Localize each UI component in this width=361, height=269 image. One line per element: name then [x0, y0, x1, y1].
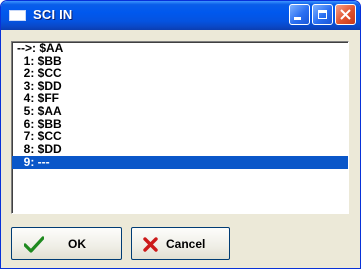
maximize-button[interactable] [312, 4, 333, 25]
window-icon [9, 10, 26, 21]
list-item[interactable]: 4: $FF [12, 92, 348, 105]
close-button[interactable] [335, 4, 356, 25]
minimize-icon [294, 17, 301, 20]
list-item[interactable]: 2: $CC [12, 67, 348, 80]
maximize-icon [318, 10, 327, 19]
close-icon [340, 9, 351, 20]
list-item[interactable]: 5: $AA [12, 105, 348, 118]
list-item[interactable]: -->: $AA [12, 42, 348, 55]
cancel-button[interactable]: Cancel [131, 227, 230, 260]
list-item-selected[interactable]: 9: --- [12, 156, 348, 169]
sci-in-window: SCI IN -->: $AA 1: $BB 2: $CC 3: $DD 4: … [0, 0, 361, 269]
list-item[interactable]: 1: $BB [12, 54, 348, 68]
list-item[interactable]: 7: $CC [12, 130, 348, 143]
green-check-icon [24, 236, 44, 253]
ok-label: OK [68, 237, 86, 251]
list-item[interactable]: 6: $BB [12, 117, 348, 131]
minimize-button[interactable] [289, 4, 310, 25]
ok-button[interactable]: OK [11, 227, 122, 260]
cancel-label: Cancel [166, 237, 206, 251]
list-item[interactable]: 8: $DD [12, 143, 348, 156]
window-title: SCI IN [33, 7, 73, 22]
red-x-icon [143, 237, 158, 252]
title-bar[interactable]: SCI IN [1, 1, 360, 30]
list-item[interactable]: 3: $DD [12, 80, 348, 93]
sci-in-listbox[interactable]: -->: $AA 1: $BB 2: $CC 3: $DD 4: $FF 5: … [11, 41, 349, 214]
